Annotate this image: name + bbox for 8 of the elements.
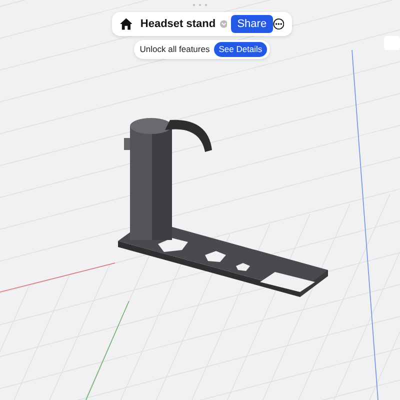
banner-text: Unlock all features [140, 43, 210, 56]
more-icon[interactable] [272, 18, 284, 30]
drag-handle-icon[interactable] [193, 4, 207, 6]
see-details-button[interactable]: See Details [214, 42, 268, 57]
share-button[interactable]: Share [231, 15, 273, 33]
headset-stand-drawing[interactable] [118, 118, 328, 297]
document-title[interactable]: Headset stand [140, 16, 216, 32]
home-icon[interactable] [120, 18, 132, 30]
